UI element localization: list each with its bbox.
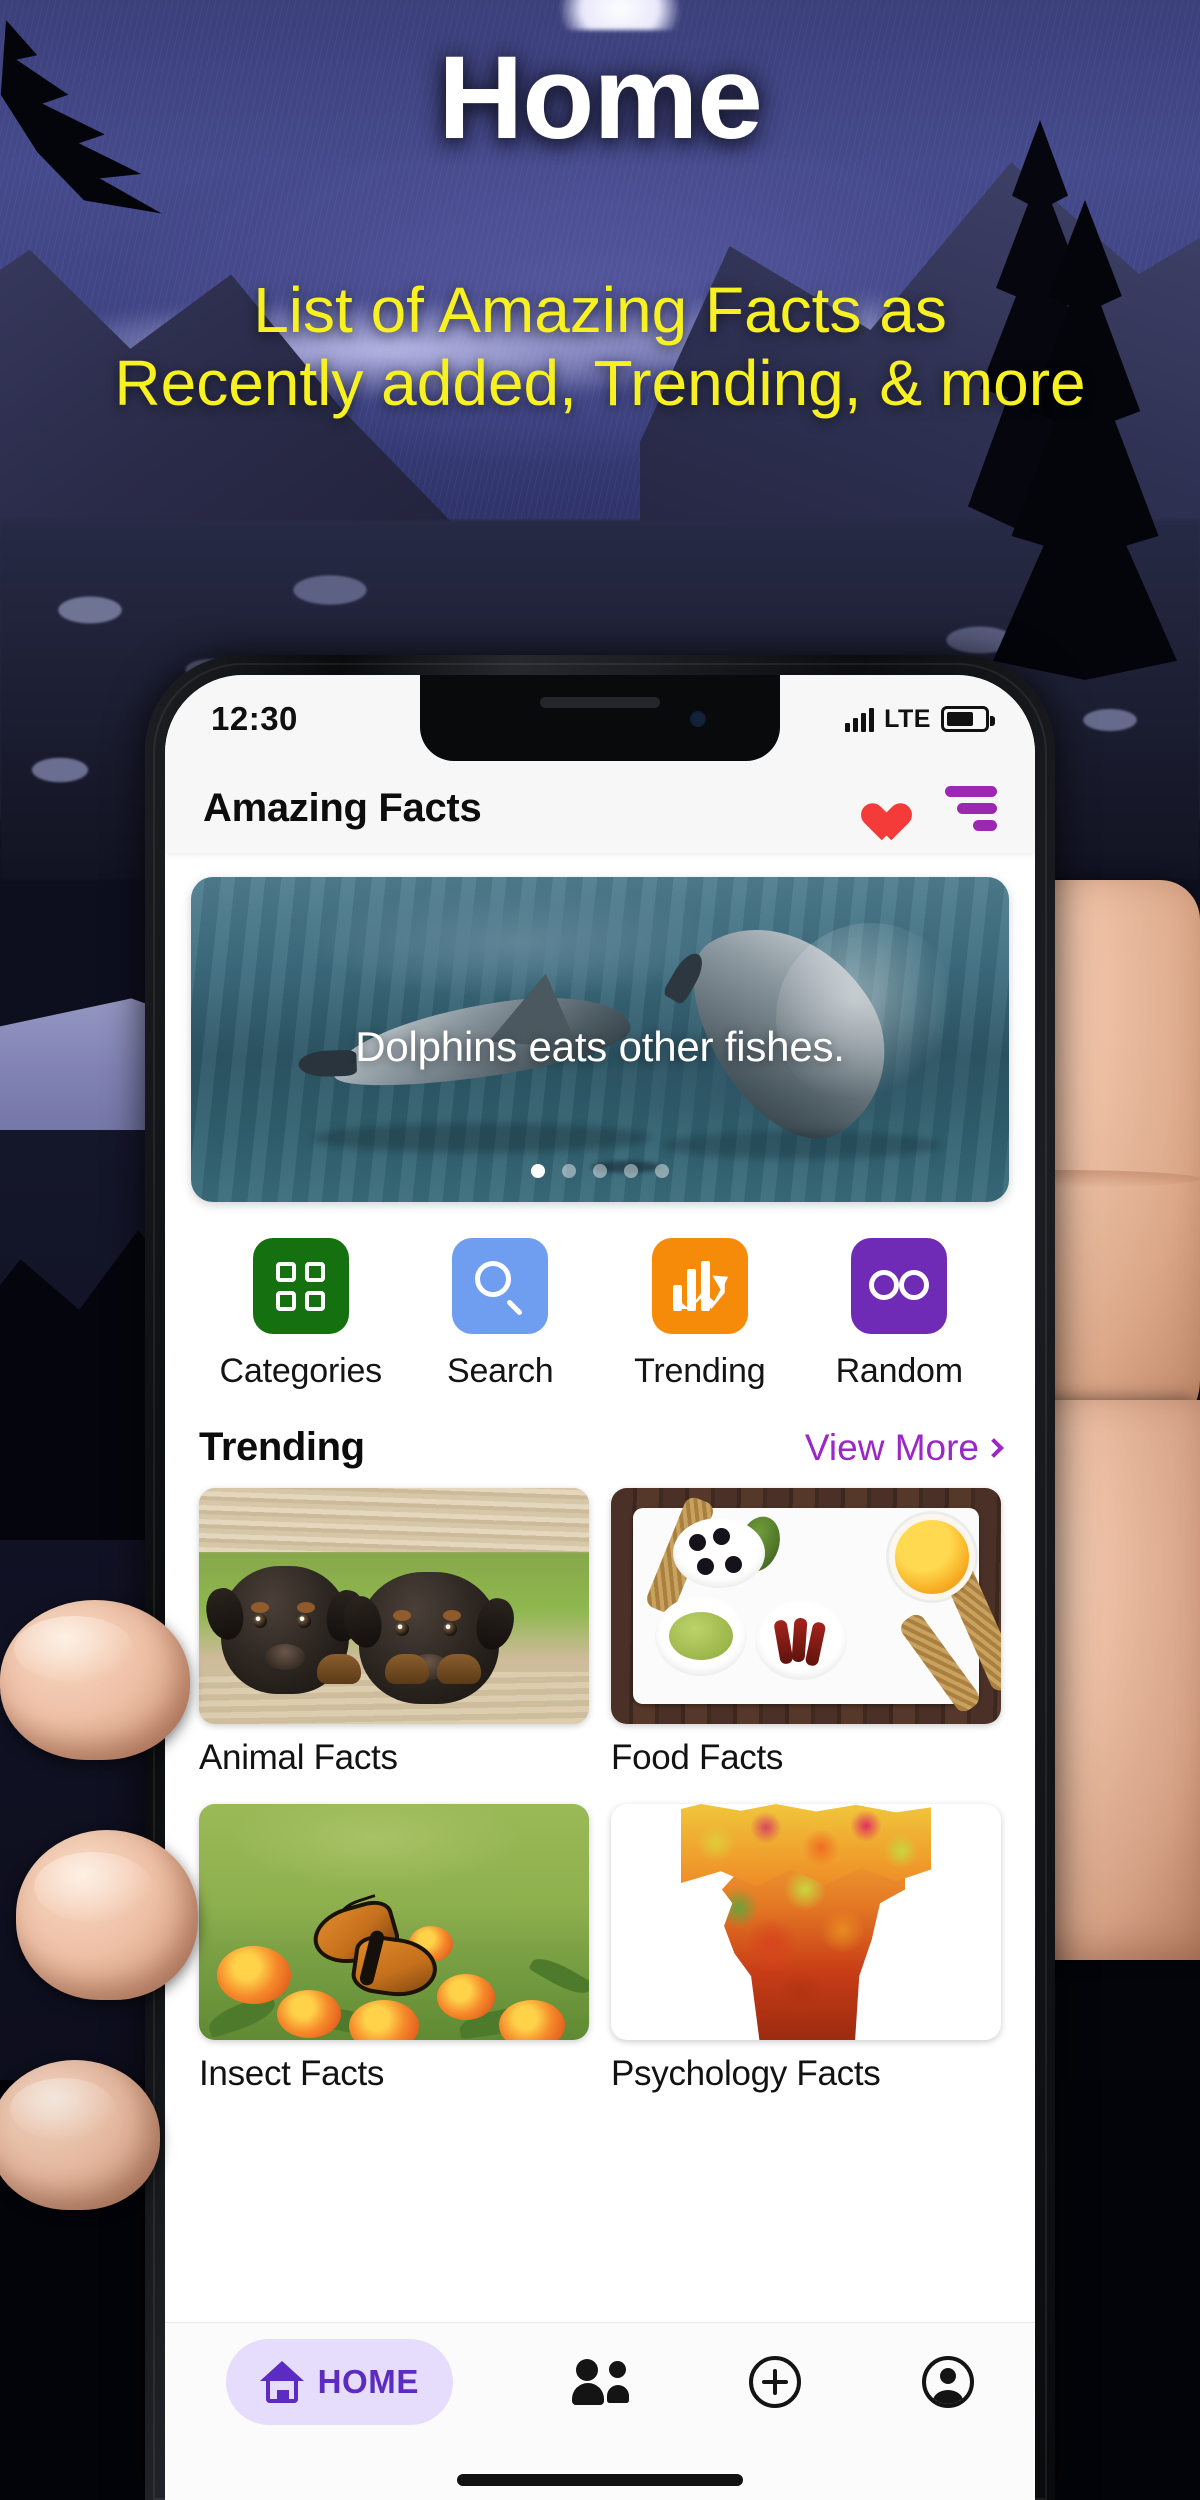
trending-card[interactable]: Food Facts xyxy=(611,1488,1001,1778)
account-circle-icon xyxy=(922,2356,975,2408)
quick-action-search[interactable]: Search xyxy=(415,1238,585,1391)
trending-card[interactable]: Insect Facts xyxy=(199,1804,589,2094)
trending-tile[interactable] xyxy=(651,1238,748,1334)
phone-notch xyxy=(420,675,780,761)
app-content: Dolphins eats other fishes. Categories S… xyxy=(165,877,1035,2500)
bowl-olives xyxy=(673,1518,765,1588)
status-time: 12:30 xyxy=(211,700,298,737)
hand-fingertip-3 xyxy=(0,2060,160,2210)
carousel-dots[interactable] xyxy=(191,1164,1009,1178)
people-icon xyxy=(572,2359,630,2405)
card-thumbnail-insect[interactable] xyxy=(199,1804,589,2040)
quick-action-label: Trending xyxy=(634,1352,766,1390)
carousel-dot-3[interactable] xyxy=(593,1164,607,1178)
front-camera xyxy=(690,711,706,727)
phone-mockup: 12:30 LTE Amazing Facts Dolphins eats ot… xyxy=(145,655,1055,2500)
quick-action-random[interactable]: Random xyxy=(814,1238,984,1391)
battery-icon xyxy=(941,706,995,732)
app-bar-actions xyxy=(853,785,997,831)
quick-action-label: Random xyxy=(835,1352,964,1390)
carousel-dot-4[interactable] xyxy=(624,1164,638,1178)
section-title: Trending xyxy=(199,1425,365,1469)
nav-item-add[interactable] xyxy=(749,2339,802,2425)
card-thumbnail-food[interactable] xyxy=(611,1488,1001,1724)
hand-fingertip-2 xyxy=(16,1830,198,2000)
nav-item-account[interactable] xyxy=(922,2339,975,2425)
promo-subtitle-line1: List of Amazing Facts as xyxy=(253,274,947,346)
paw-1 xyxy=(317,1654,361,1684)
filter-icon[interactable] xyxy=(945,785,997,831)
quick-action-categories[interactable]: Categories xyxy=(216,1238,386,1391)
quick-action-label: Search xyxy=(446,1352,554,1390)
water-spray xyxy=(776,923,966,1113)
hero-carousel[interactable]: Dolphins eats other fishes. xyxy=(191,877,1009,1202)
moon xyxy=(560,0,680,30)
plus-circle-icon xyxy=(749,2356,802,2408)
card-caption: Psychology Facts xyxy=(611,2054,881,2093)
earpiece-speaker xyxy=(540,697,660,708)
signal-bars-icon xyxy=(845,706,875,732)
water-ripple-2 xyxy=(661,1131,941,1159)
search-tile[interactable] xyxy=(452,1238,549,1334)
card-thumbnail-animal[interactable] xyxy=(199,1488,589,1724)
home-indicator xyxy=(457,2474,743,2486)
orange-juice-glass xyxy=(889,1514,975,1600)
app-title: Amazing Facts xyxy=(203,785,482,830)
trending-section-header: Trending View More xyxy=(165,1391,1035,1470)
quick-action-trending[interactable]: Trending xyxy=(615,1238,785,1391)
hero-caption: Dolphins eats other fishes. xyxy=(355,1023,845,1070)
paw-2 xyxy=(385,1654,429,1684)
quick-action-label: Categories xyxy=(219,1352,383,1390)
promo-subtitle-line2: Recently added, Trending, & more xyxy=(114,347,1086,420)
marigold-1 xyxy=(217,1946,291,2004)
random-tile[interactable] xyxy=(851,1238,948,1334)
quick-actions-row: Categories Search Trending Random xyxy=(165,1202,1035,1391)
view-more-label: View More xyxy=(804,1426,979,1468)
home-icon xyxy=(259,2361,304,2403)
promo-subtitle: List of Amazing Facts as Recently added,… xyxy=(0,277,1200,420)
nav-item-label: HOME xyxy=(317,2363,419,2400)
app-bar: Amazing Facts xyxy=(165,763,1035,853)
search-icon xyxy=(475,1261,525,1316)
card-caption: Animal Facts xyxy=(199,1738,398,1777)
trending-card[interactable]: Animal Facts xyxy=(199,1488,589,1778)
carousel-dot-5[interactable] xyxy=(655,1164,669,1178)
view-more-link[interactable]: View More xyxy=(804,1426,1004,1469)
bowl-sundried-tomatoes xyxy=(755,1600,847,1680)
hand-fingertip-1 xyxy=(0,1600,190,1760)
monarch-butterfly xyxy=(303,1894,453,2004)
network-label: LTE xyxy=(884,704,931,733)
phone-screen: 12:30 LTE Amazing Facts Dolphins eats ot… xyxy=(165,675,1035,2500)
water-ripple-1 xyxy=(311,1123,651,1153)
carousel-dot-2[interactable] xyxy=(562,1164,576,1178)
bowl-guacamole xyxy=(655,1596,747,1676)
trending-card[interactable]: Psychology Facts xyxy=(611,1804,1001,2094)
status-indicators: LTE xyxy=(845,704,995,734)
promo-title: Home xyxy=(438,32,763,164)
paw-3 xyxy=(437,1654,481,1684)
card-caption: Food Facts xyxy=(611,1738,784,1777)
nav-item-home[interactable]: HOME xyxy=(225,2339,453,2425)
card-thumbnail-psychology[interactable] xyxy=(611,1804,1001,2040)
grid-icon xyxy=(276,1261,326,1311)
carousel-dot-1[interactable] xyxy=(531,1164,545,1178)
heart-icon[interactable] xyxy=(853,788,897,828)
puppy-right xyxy=(339,1572,519,1704)
chevron-right-icon xyxy=(984,1437,1004,1458)
infinity-icon xyxy=(869,1270,930,1302)
categories-tile[interactable] xyxy=(252,1238,349,1334)
nav-item-people[interactable] xyxy=(572,2339,630,2425)
trending-icon xyxy=(672,1261,733,1311)
card-caption: Insect Facts xyxy=(199,2054,385,2093)
trending-card-grid: Animal Facts Food Facts Insect Facts Psy… xyxy=(165,1470,1035,2094)
